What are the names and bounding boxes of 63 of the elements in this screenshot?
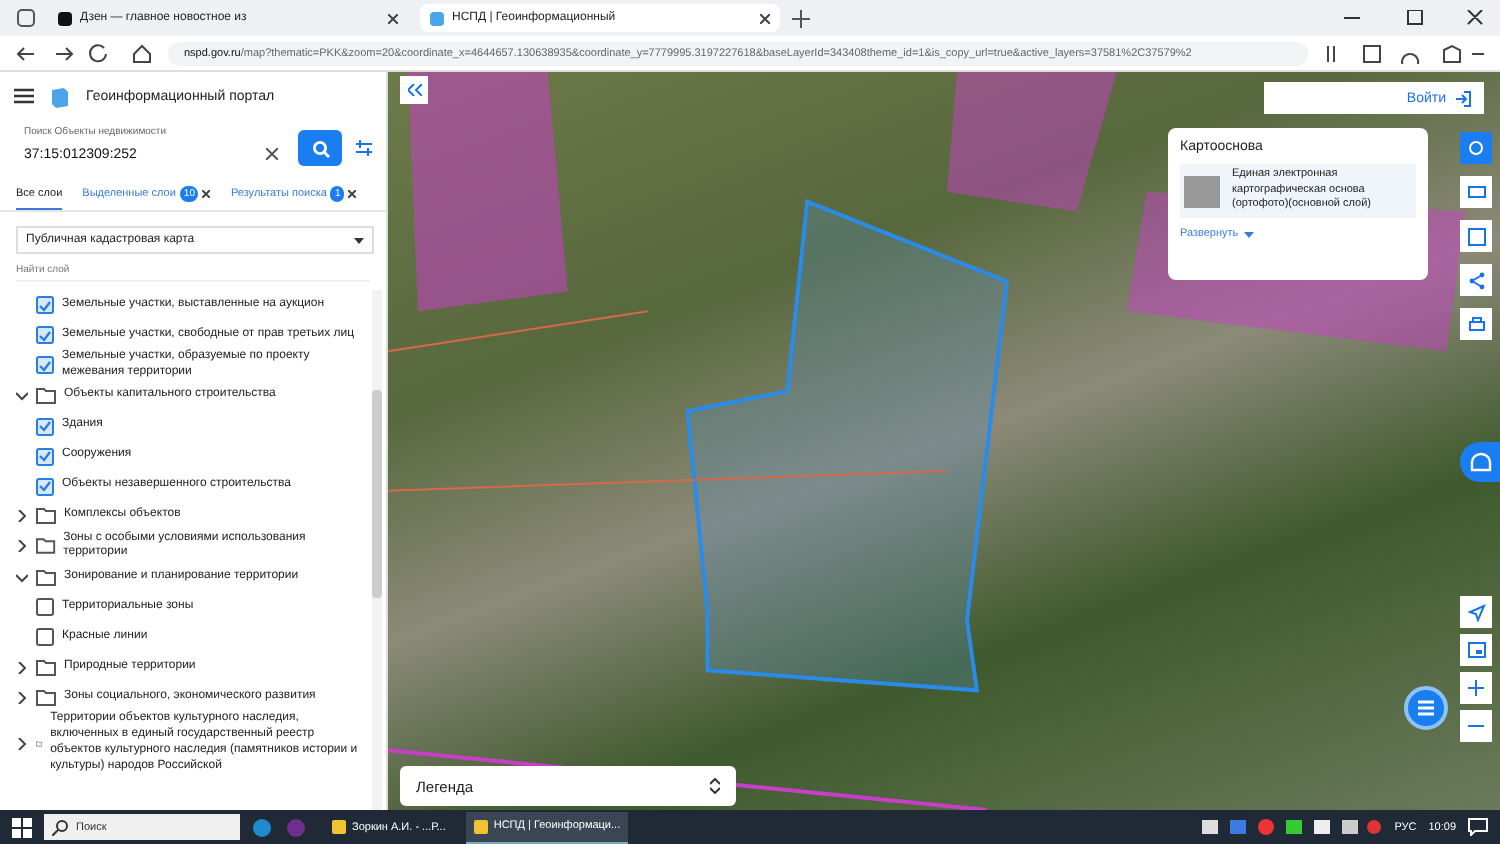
chevron-icon[interactable] [16,390,28,403]
layer-checkbox[interactable] [36,628,54,647]
layer-checkbox[interactable] [36,417,54,436]
home-icon[interactable] [132,43,152,63]
window-controls-icon[interactable] [1344,10,1484,26]
layer-checkbox[interactable] [36,477,54,496]
layer-checkbox[interactable] [36,326,54,344]
new-tab-icon[interactable] [792,9,810,27]
filter-icon[interactable] [354,138,374,158]
close-icon[interactable] [202,190,211,198]
caret-icon [1244,231,1255,238]
locate-button[interactable] [1460,596,1492,628]
chevron-icon[interactable] [16,661,28,674]
search-icon [311,139,329,157]
plus-icon [1468,680,1484,696]
layer-checkbox[interactable] [36,598,54,617]
chevron-icon[interactable] [16,540,28,553]
portal-logo-icon [50,85,70,107]
square-icon [1467,227,1485,245]
notification-icon[interactable] [1468,818,1488,836]
sign-in-icon [1454,89,1472,107]
search-icon [52,819,68,835]
minimap-button[interactable] [1460,634,1492,666]
minimap-icon [1467,642,1485,658]
chevron-icon[interactable] [16,691,28,704]
support-button[interactable] [1460,442,1500,482]
clear-icon[interactable] [266,148,278,160]
menu-lines-icon [1414,698,1438,718]
ruler-tool-button[interactable] [1460,176,1492,208]
collapse-panel-button[interactable] [400,76,428,104]
scrollbar[interactable] [372,290,382,810]
toolbar-icons[interactable] [1324,43,1484,63]
circle-icon [1467,139,1485,157]
map-thumbnail-photo [1184,175,1220,208]
navigation-arrow-icon [1467,603,1485,621]
chevron-icon[interactable] [16,737,28,750]
double-chevron-icon [407,83,421,95]
close-icon[interactable] [348,190,357,198]
print-button[interactable] [1460,308,1492,340]
windows-start-icon[interactable] [12,817,32,837]
search-button[interactable] [298,130,342,166]
zoom-out-button[interactable] [1460,710,1492,742]
share-icon [1467,271,1485,289]
share-button[interactable] [1460,264,1492,296]
folder-icon [36,388,56,405]
rectangle-icon [1467,186,1485,198]
up-down-caret-icon [710,778,720,794]
printer-icon [1467,315,1485,333]
menu-icon[interactable] [14,88,34,104]
tab-list-icon[interactable] [16,8,36,28]
layers-tool-button[interactable] [1460,132,1492,164]
caret-icon [354,237,364,243]
chevron-icon[interactable] [16,571,28,584]
close-icon[interactable] [760,13,770,23]
chevron-icon[interactable] [16,510,28,523]
chat-button[interactable] [1404,686,1448,730]
layer-checkbox[interactable] [36,296,54,314]
image-tool-button[interactable] [1460,220,1492,252]
layer-checkbox[interactable] [36,447,54,466]
close-icon[interactable] [388,13,398,23]
layer-checkbox[interactable] [36,356,54,375]
zoom-in-button[interactable] [1460,672,1492,704]
tray-icons[interactable] [1202,818,1383,836]
